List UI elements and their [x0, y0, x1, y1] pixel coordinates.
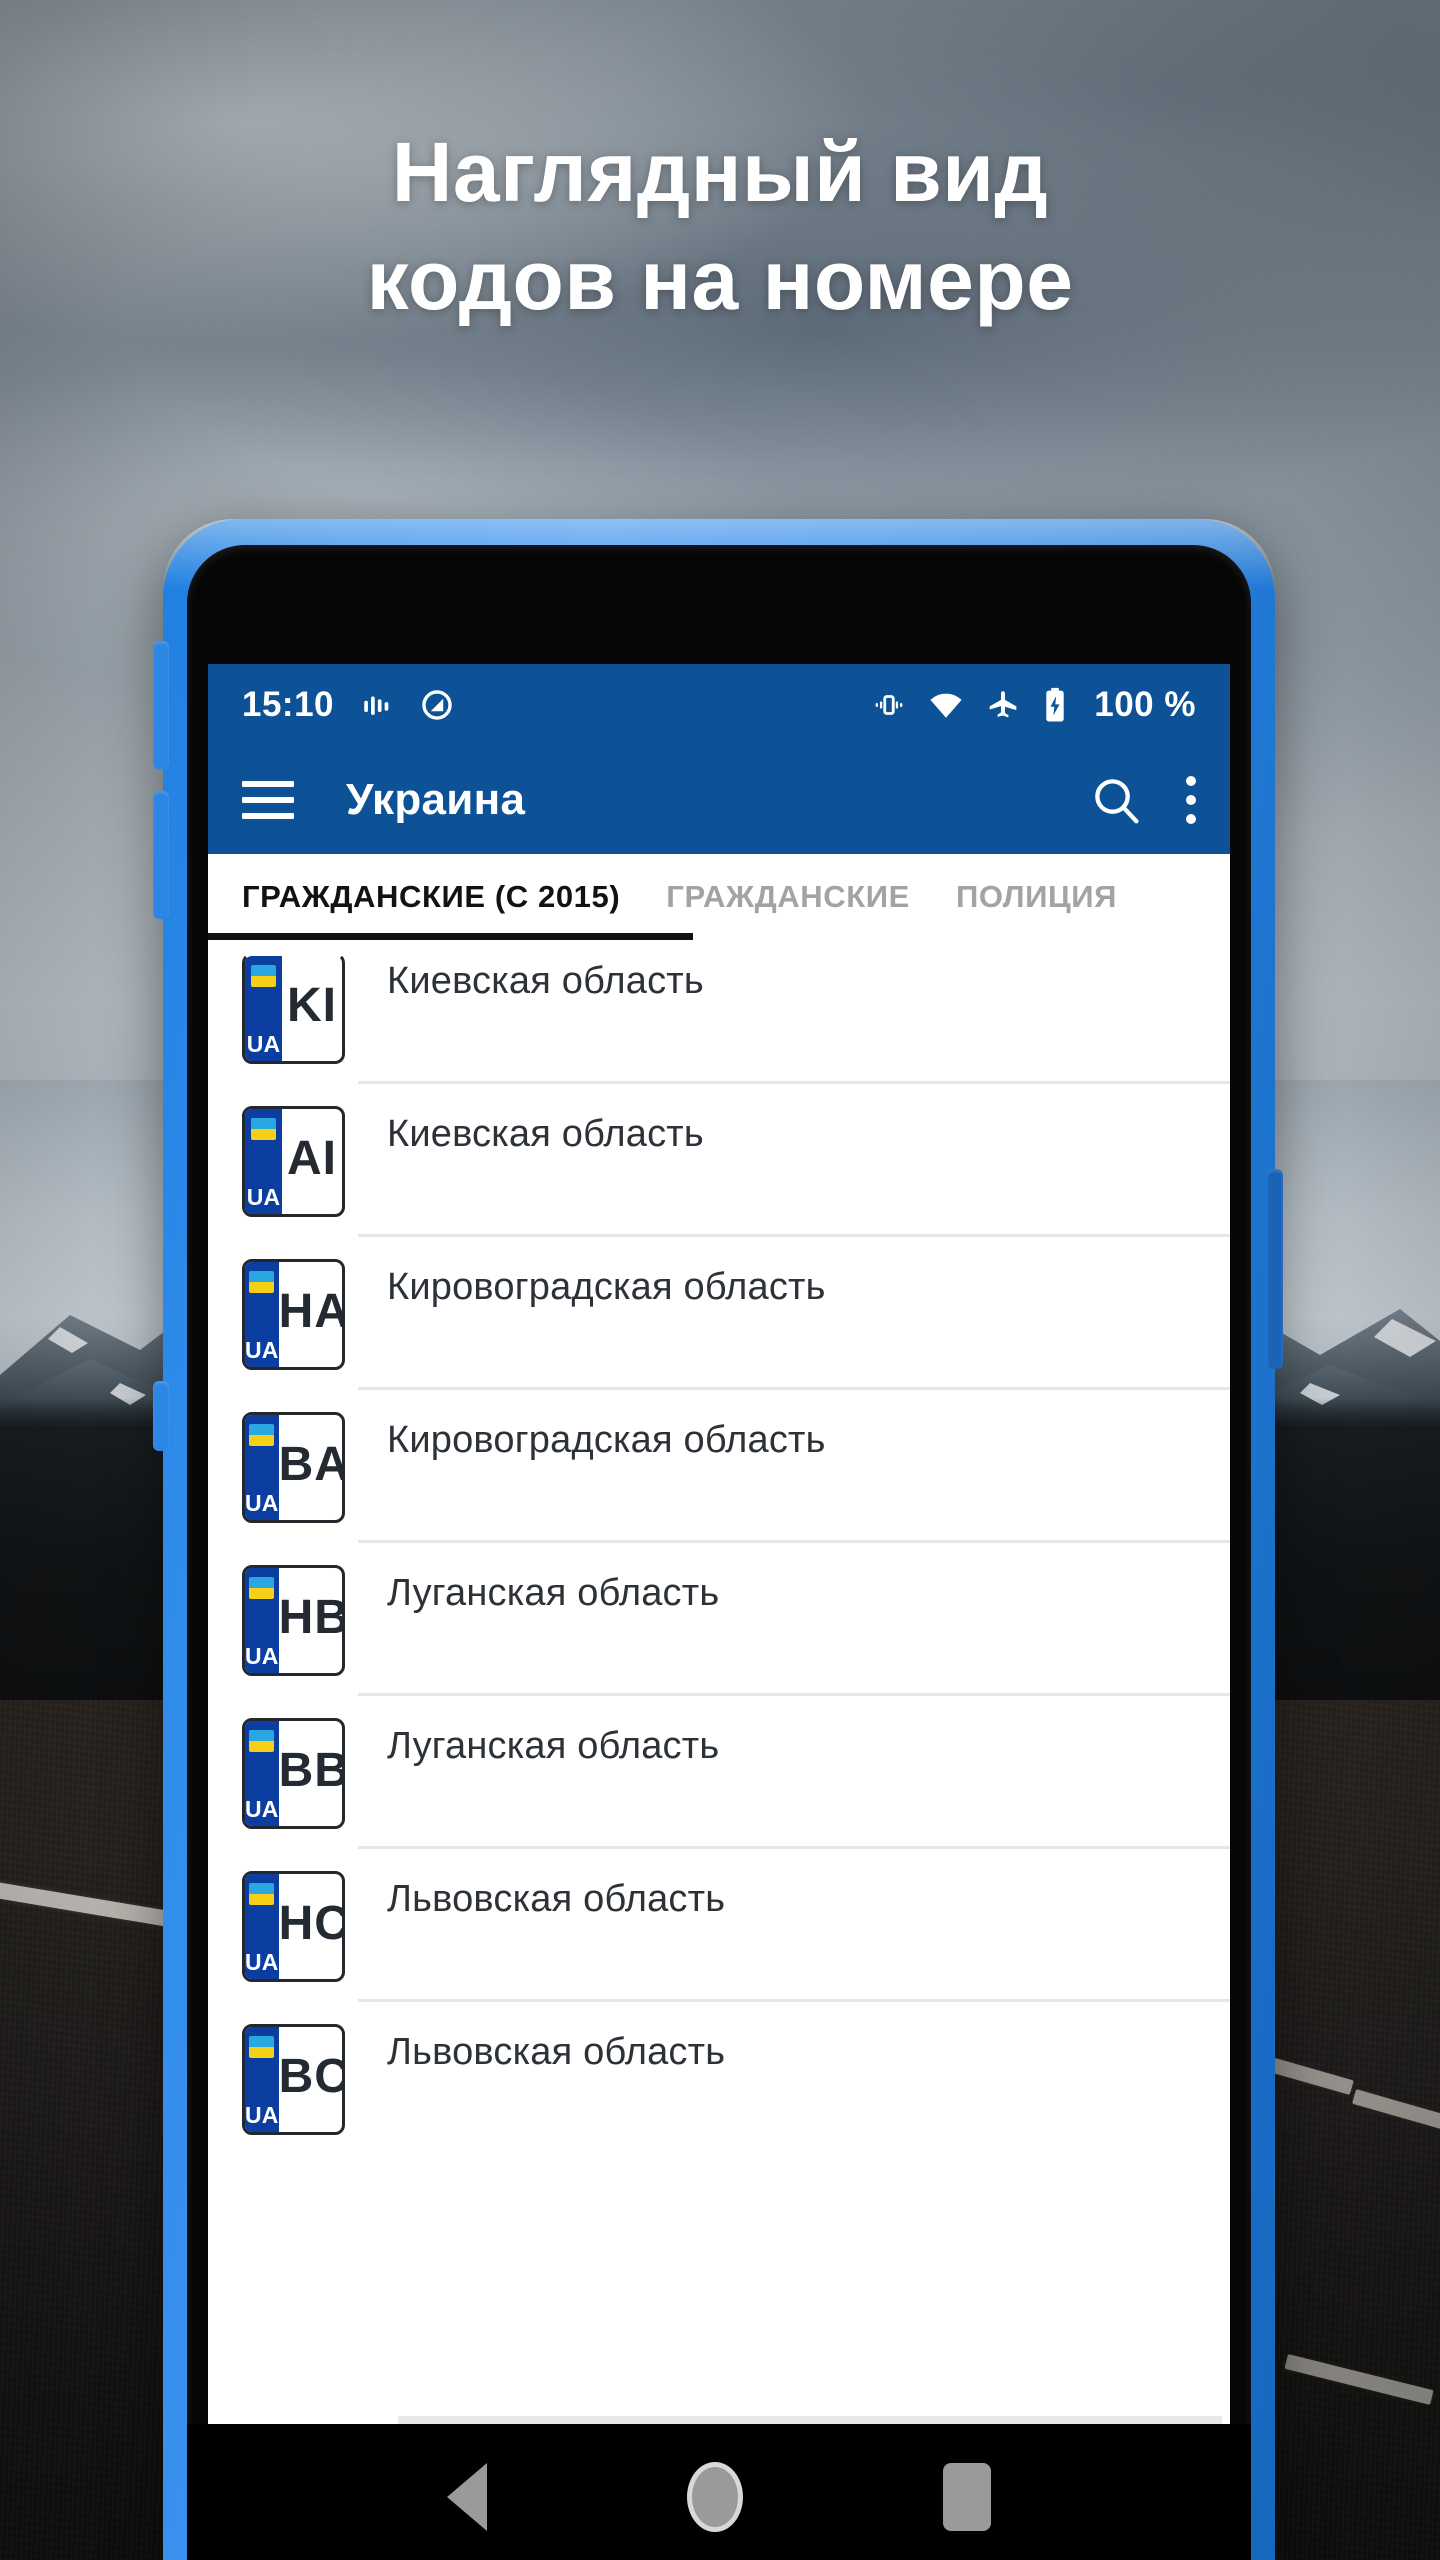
region-name: Львовская область: [387, 1878, 726, 1920]
ukraine-flag-icon: [251, 965, 276, 987]
region-name: Киевская область: [387, 960, 704, 1002]
license-plate-badge: UA HC: [242, 1871, 345, 1982]
plate-eu-band: UA: [245, 1109, 282, 1214]
region-name: Кировоградская область: [387, 1419, 826, 1461]
tab-civil-since-2015[interactable]: ГРАЖДАНСКИЕ (С 2015): [242, 879, 620, 915]
volume-down-button[interactable]: [153, 791, 169, 919]
license-plate-badge: UA HB: [242, 1565, 345, 1676]
plate-country-code: UA: [245, 1490, 279, 1516]
plate-country-code: UA: [246, 1031, 281, 1057]
ukraine-flag-icon: [249, 1730, 275, 1752]
promo-headline: Наглядный вид кодов на номере: [0, 118, 1440, 334]
search-icon[interactable]: [1090, 774, 1142, 826]
android-nav-bar: [187, 2424, 1251, 2560]
license-plate-badge: UA AI: [242, 1106, 345, 1217]
license-plate-badge: UA BA: [242, 1412, 345, 1523]
plate-country-code: UA: [245, 1949, 279, 1975]
table-row[interactable]: UA BA Кировоградская область: [208, 1390, 1230, 1543]
status-bar: 15:10 100 %: [208, 664, 1230, 746]
tab-civil[interactable]: ГРАЖДАНСКИЕ: [666, 879, 910, 915]
signal-bars-icon: [360, 688, 394, 722]
plate-region-code: BC: [278, 2050, 345, 2103]
app-bar: Украина: [208, 746, 1230, 854]
volume-up-button[interactable]: [153, 641, 169, 769]
tab-active-indicator: [208, 933, 693, 940]
headline-line-2: кодов на номере: [366, 233, 1074, 327]
tab-police[interactable]: ПОЛИЦИЯ: [956, 879, 1117, 915]
recents-nav-icon[interactable]: [943, 2462, 991, 2531]
screenshot-root: Наглядный вид кодов на номере 15:10 100 …: [0, 0, 1440, 2560]
home-nav-icon[interactable]: [687, 2461, 743, 2532]
table-row[interactable]: UA AI Киевская область: [208, 1084, 1230, 1237]
headline-line-1: Наглядный вид: [391, 125, 1049, 219]
plate-country-code: UA: [245, 1643, 279, 1669]
plate-region-code: KI: [287, 979, 337, 1032]
ukraine-flag-icon: [249, 1271, 275, 1293]
region-name: Киевская область: [387, 1113, 704, 1155]
list-scrollbar[interactable]: [398, 2416, 1222, 2424]
plate-eu-band: UA: [245, 1721, 279, 1826]
ukraine-flag-icon: [251, 1118, 276, 1140]
license-plate-badge: UA BC: [242, 2024, 345, 2135]
table-row[interactable]: UA KI Киевская область: [208, 940, 1230, 1084]
plate-eu-band: UA: [245, 2027, 279, 2132]
plate-region-code: HB: [278, 1591, 345, 1644]
region-name: Луганская область: [387, 1725, 720, 1767]
power-button[interactable]: [1267, 1169, 1283, 1369]
region-name: Кировоградская область: [387, 1266, 826, 1308]
table-row[interactable]: UA HA Кировоградская область: [208, 1237, 1230, 1390]
back-nav-icon[interactable]: [447, 2462, 487, 2531]
airplane-mode-icon: [986, 688, 1020, 722]
tab-bar: ГРАЖДАНСКИЕ (С 2015) ГРАЖДАНСКИЕ ПОЛИЦИЯ: [208, 854, 1230, 940]
plate-region-code: BB: [278, 1744, 345, 1797]
phone-screen: 15:10 100 % Украина ГРАЖДАНСКИЕ (С 2015)…: [208, 664, 1230, 2424]
plate-country-code: UA: [245, 2102, 279, 2128]
status-bar-clock: 15:10: [242, 685, 335, 724]
plate-country-code: UA: [246, 1184, 281, 1210]
wifi-icon: [928, 687, 964, 723]
region-code-list: UA KI Киевская область UA AI Киевская об…: [208, 940, 1230, 2155]
plate-eu-band: UA: [245, 1874, 279, 1979]
plate-country-code: UA: [245, 1796, 279, 1822]
battery-charging-icon: [1042, 687, 1068, 723]
ukraine-flag-icon: [249, 1577, 275, 1599]
vibrate-icon: [872, 688, 906, 722]
hamburger-menu-icon[interactable]: [242, 781, 294, 819]
ukraine-flag-icon: [249, 2036, 275, 2058]
plate-region-code: HC: [278, 1897, 345, 1950]
plate-region-code: BA: [278, 1438, 345, 1491]
plate-eu-band: UA: [245, 1568, 279, 1673]
plate-country-code: UA: [245, 1337, 279, 1363]
plate-eu-band: UA: [245, 1262, 279, 1367]
plate-region-code: AI: [287, 1132, 337, 1185]
page-title: Украина: [346, 775, 526, 824]
do-not-disturb-icon: [420, 688, 454, 722]
license-plate-badge: UA BB: [242, 1718, 345, 1829]
region-name: Луганская область: [387, 1572, 720, 1614]
phone-mockup: 15:10 100 % Украина ГРАЖДАНСКИЕ (С 2015)…: [153, 519, 1283, 2560]
table-row[interactable]: UA BB Луганская область: [208, 1696, 1230, 1849]
table-row[interactable]: UA BC Львовская область: [208, 2002, 1230, 2155]
plate-eu-band: UA: [245, 1415, 279, 1520]
ukraine-flag-icon: [249, 1424, 275, 1446]
plate-eu-band: UA: [245, 956, 282, 1061]
ukraine-flag-icon: [249, 1883, 275, 1905]
region-name: Львовская область: [387, 2031, 726, 2073]
overflow-menu-icon[interactable]: [1186, 776, 1196, 824]
plate-region-code: HA: [278, 1285, 345, 1338]
license-plate-badge: UA HA: [242, 1259, 345, 1370]
table-row[interactable]: UA HB Луганская область: [208, 1543, 1230, 1696]
side-button[interactable]: [153, 1381, 169, 1451]
license-plate-badge: UA KI: [242, 953, 345, 1064]
battery-percent-label: 100 %: [1094, 685, 1196, 724]
table-row[interactable]: UA HC Львовская область: [208, 1849, 1230, 2002]
